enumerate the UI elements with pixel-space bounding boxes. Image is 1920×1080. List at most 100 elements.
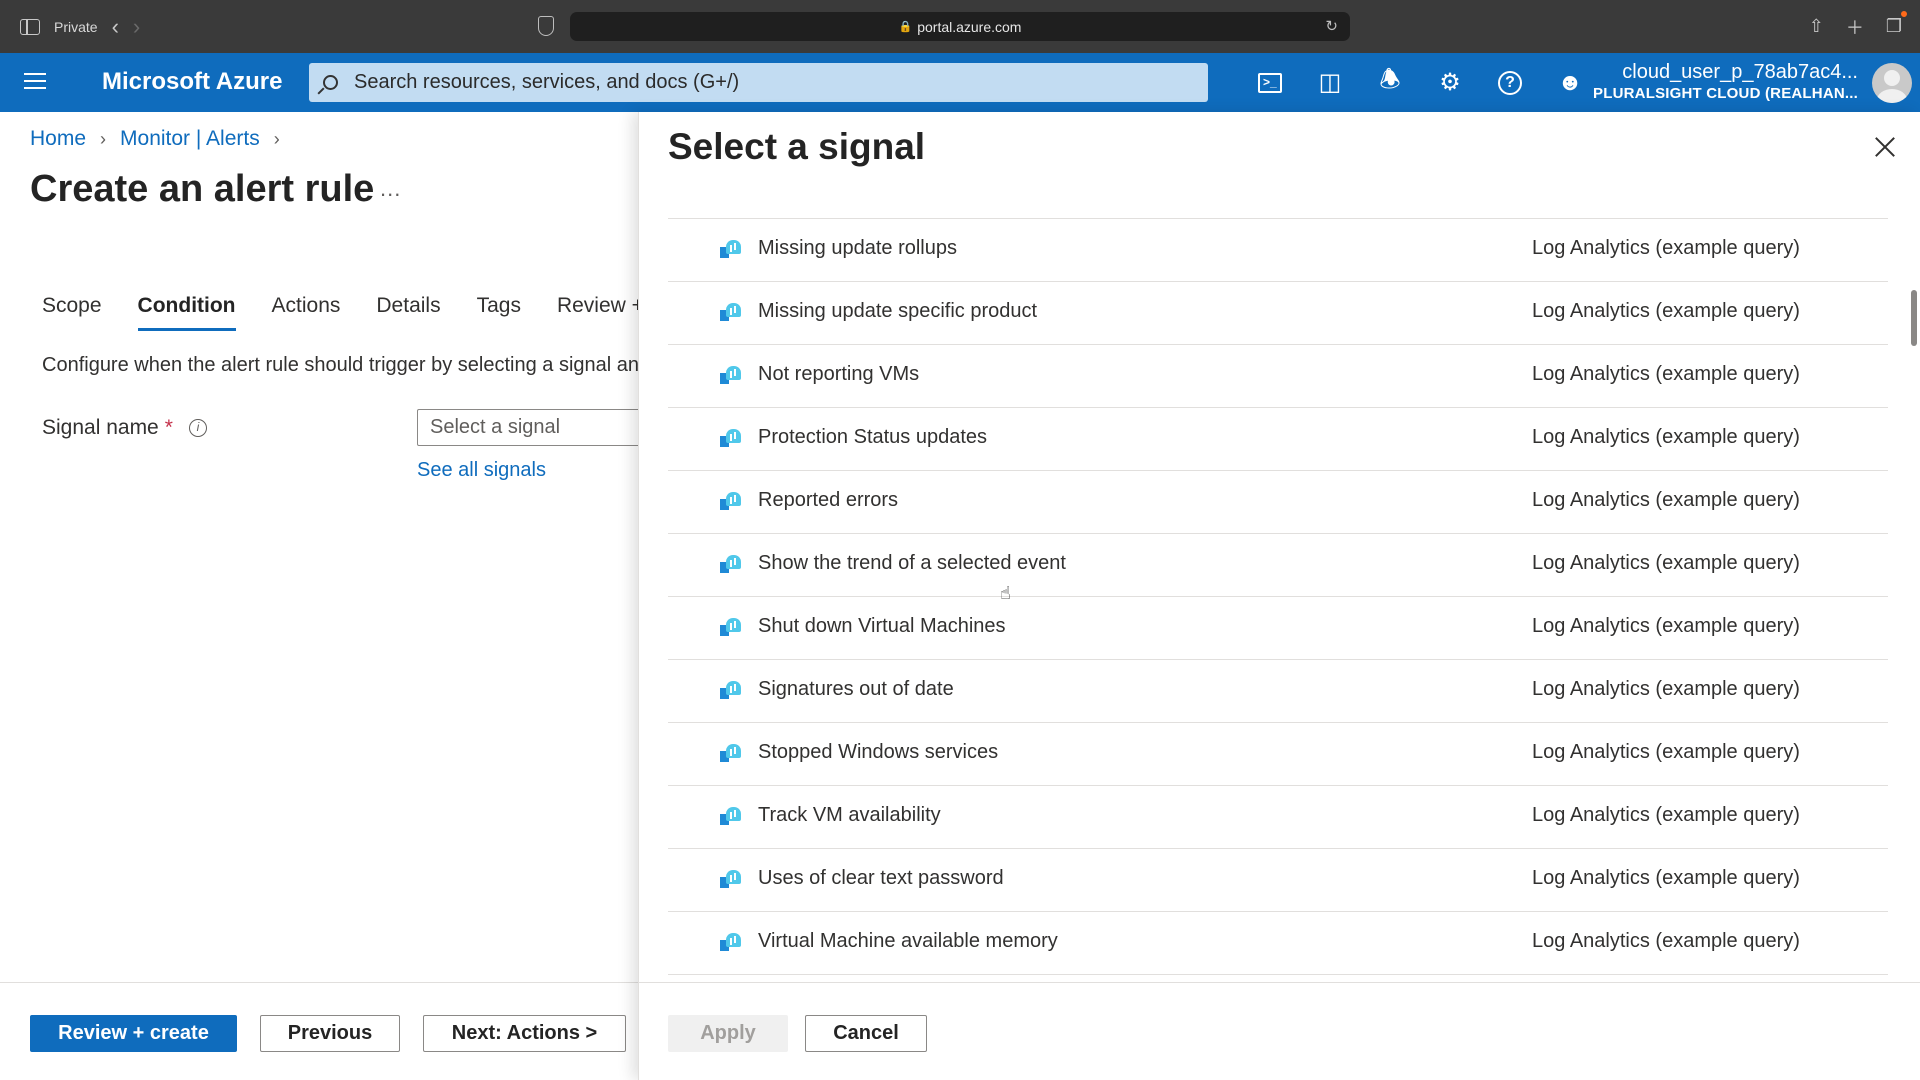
signal-list: Missing update rollups Log Analytics (exa…: [668, 218, 1888, 975]
browser-left-controls: Private ‹ ›: [20, 0, 140, 53]
log-analytics-icon: [720, 870, 742, 890]
signal-row[interactable]: Protection Status updates Log Analytics (…: [668, 408, 1888, 471]
signal-name[interactable]: Track VM availability: [758, 804, 941, 827]
header-icon-bar: >_ ◫ 🕭 ⚙ ? ☻: [1240, 53, 1600, 112]
feedback-icon[interactable]: ☻: [1540, 53, 1600, 112]
global-search-input[interactable]: Search resources, services, and docs (G+…: [309, 63, 1208, 102]
help-icon[interactable]: ?: [1480, 53, 1540, 112]
signal-type: Log Analytics (example query): [1532, 615, 1800, 637]
lock-icon: 🔒: [898, 21, 913, 33]
breadcrumb-home[interactable]: Home: [30, 127, 86, 151]
chevron-right-icon: ›: [100, 128, 107, 149]
tab-tags[interactable]: Tags: [477, 294, 521, 331]
wizard-footer: Review + create Previous Next: Actions >: [0, 982, 638, 1080]
avatar[interactable]: [1872, 63, 1912, 103]
tab-details[interactable]: Details: [376, 294, 440, 331]
browser-toolbar: Private ‹ › 🔒 portal.azure.com ↻ ⇧ ＋ ❐: [0, 0, 1920, 53]
log-analytics-icon: [720, 240, 742, 260]
select-signal-panel: Select a signal Missing update rollups Lo…: [638, 112, 1920, 1080]
signal-name[interactable]: Show the trend of a selected event: [758, 552, 1066, 575]
signal-name[interactable]: Shut down Virtual Machines: [758, 615, 1006, 638]
panel-title: Select a signal: [668, 126, 926, 167]
info-icon[interactable]: i: [188, 419, 207, 437]
tab-review[interactable]: Review +: [557, 294, 644, 331]
signal-name[interactable]: Missing update rollups: [758, 237, 957, 260]
signal-type: Log Analytics (example query): [1532, 300, 1800, 322]
forward-arrow-icon[interactable]: ›: [133, 14, 140, 40]
condition-description: Configure when the alert rule should tri…: [42, 354, 638, 376]
signal-type: Log Analytics (example query): [1532, 552, 1800, 574]
more-options-icon[interactable]: ...: [380, 176, 401, 202]
signal-row[interactable]: Reported errors Log Analytics (example qu…: [668, 471, 1888, 534]
signal-row[interactable]: Not reporting VMs Log Analytics (example …: [668, 345, 1888, 408]
back-arrow-icon[interactable]: ‹: [112, 14, 119, 40]
cancel-button[interactable]: Cancel: [805, 1015, 927, 1052]
reload-icon[interactable]: ↻: [1325, 17, 1338, 35]
tab-condition[interactable]: Condition: [137, 294, 236, 331]
signal-name[interactable]: Missing update specific product: [758, 300, 1037, 323]
signal-row[interactable]: Missing update rollups Log Analytics (exa…: [668, 219, 1888, 282]
signal-name-text: Signal name: [42, 416, 159, 439]
log-analytics-icon: [720, 492, 742, 512]
account-menu[interactable]: cloud_user_p_78ab7ac4... PLURALSIGHT CLO…: [1593, 59, 1858, 103]
user-tenant: PLURALSIGHT CLOUD (REALHAN...: [1593, 85, 1858, 102]
cloud-shell-icon[interactable]: >_: [1240, 53, 1300, 112]
signal-name[interactable]: Not reporting VMs: [758, 363, 919, 386]
signal-type: Log Analytics (example query): [1532, 867, 1800, 889]
private-label: Private: [54, 18, 98, 35]
signal-type: Log Analytics (example query): [1532, 930, 1800, 952]
address-bar[interactable]: 🔒 portal.azure.com ↻: [570, 12, 1350, 41]
browser-right-controls: ⇧ ＋ ❐: [1809, 0, 1908, 53]
signal-row[interactable]: Uses of clear text password Log Analytics…: [668, 849, 1888, 912]
menu-icon[interactable]: [24, 73, 46, 91]
apply-button[interactable]: Apply: [668, 1015, 788, 1052]
log-analytics-icon: [720, 366, 742, 386]
url-text: portal.azure.com: [917, 18, 1022, 35]
signal-name[interactable]: Uses of clear text password: [758, 867, 1004, 890]
tab-overview-icon[interactable]: ❐: [1886, 11, 1908, 37]
signal-select[interactable]: Select a signal: [417, 409, 657, 446]
signal-row[interactable]: Virtual Machine available memory Log Anal…: [668, 912, 1888, 975]
breadcrumb-monitor-alerts[interactable]: Monitor | Alerts: [120, 127, 260, 151]
signal-name[interactable]: Protection Status updates: [758, 426, 987, 449]
privacy-shield-icon[interactable]: [538, 16, 554, 36]
search-icon: [323, 75, 338, 90]
log-analytics-icon: [720, 933, 742, 953]
previous-button[interactable]: Previous: [260, 1015, 400, 1052]
new-tab-icon[interactable]: ＋: [1846, 14, 1864, 40]
see-all-signals-link[interactable]: See all signals: [417, 459, 546, 482]
signal-name[interactable]: Stopped Windows services: [758, 741, 998, 764]
signal-type: Log Analytics (example query): [1532, 363, 1800, 385]
notifications-icon[interactable]: 🕭: [1360, 53, 1420, 112]
breadcrumb: Home › Monitor | Alerts ›: [30, 127, 280, 151]
signal-row[interactable]: Shut down Virtual Machines Log Analytics …: [668, 597, 1888, 660]
next-actions-button[interactable]: Next: Actions >: [423, 1015, 626, 1052]
sidebar-toggle-icon[interactable]: [20, 18, 40, 35]
signal-row[interactable]: Show the trend of a selected event Log An…: [668, 534, 1888, 597]
settings-icon[interactable]: ⚙: [1420, 53, 1480, 112]
share-icon[interactable]: ⇧: [1809, 16, 1824, 37]
chevron-right-icon: ›: [273, 128, 280, 149]
tab-scope[interactable]: Scope: [42, 294, 102, 331]
signal-row[interactable]: Signatures out of date Log Analytics (exa…: [668, 660, 1888, 723]
signal-name-label: Signal name * i: [42, 416, 207, 440]
brand-title[interactable]: Microsoft Azure: [102, 68, 282, 96]
directory-filter-icon[interactable]: ◫: [1300, 53, 1360, 112]
tab-actions[interactable]: Actions: [272, 294, 341, 331]
signal-row[interactable]: Missing update specific product Log Analy…: [668, 282, 1888, 345]
signal-row[interactable]: Track VM availability Log Analytics (exam…: [668, 786, 1888, 849]
page-title: Create an alert rule: [30, 168, 375, 210]
search-placeholder: Search resources, services, and docs (G+…: [354, 71, 740, 93]
signal-type: Log Analytics (example query): [1532, 741, 1800, 763]
log-analytics-icon: [720, 744, 742, 764]
signal-name[interactable]: Virtual Machine available memory: [758, 930, 1058, 953]
signal-row[interactable]: Stopped Windows services Log Analytics (e…: [668, 723, 1888, 786]
signal-name[interactable]: Signatures out of date: [758, 678, 954, 701]
close-icon[interactable]: [1870, 132, 1900, 162]
signal-name[interactable]: Reported errors: [758, 489, 898, 512]
signal-type: Log Analytics (example query): [1532, 678, 1800, 700]
review-create-button[interactable]: Review + create: [30, 1015, 237, 1052]
required-mark: *: [164, 416, 173, 439]
scrollbar-thumb[interactable]: [1911, 290, 1917, 346]
log-analytics-icon: [720, 303, 742, 323]
